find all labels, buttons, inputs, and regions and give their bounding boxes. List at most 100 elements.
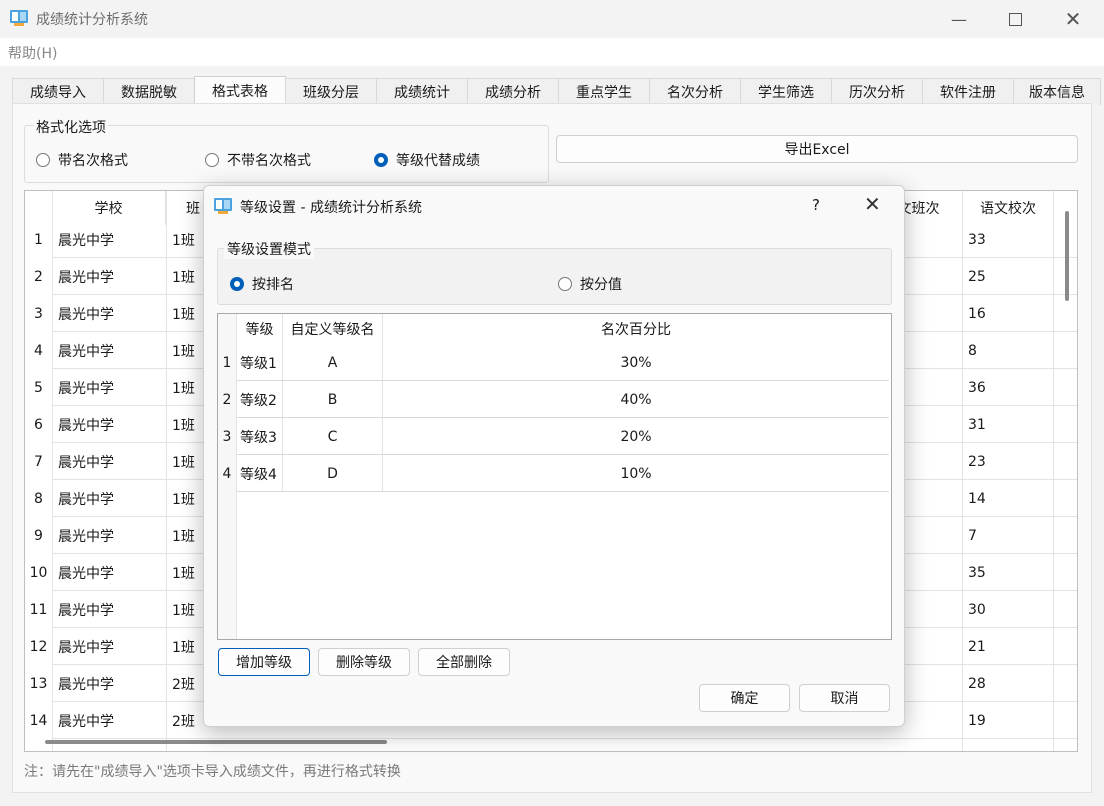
cell-school-rank[interactable]: 19 bbox=[963, 702, 1053, 739]
row-number: 2 bbox=[222, 391, 232, 408]
cell-school[interactable]: 晨光中学 bbox=[53, 258, 165, 295]
radio-with-rank[interactable]: 带名次格式 bbox=[36, 150, 128, 170]
cell-school-rank[interactable]: 16 bbox=[963, 295, 1053, 332]
menu-help[interactable]: 帮助(H) bbox=[8, 43, 57, 63]
cell-school-rank[interactable]: 35 bbox=[963, 554, 1053, 591]
tab-desensitize[interactable]: 数据脱敏 bbox=[103, 78, 195, 105]
close-button[interactable]: ✕ bbox=[1044, 0, 1102, 38]
tab-version[interactable]: 版本信息 bbox=[1013, 78, 1101, 105]
cell-school-rank[interactable]: 33 bbox=[963, 221, 1053, 258]
ok-button[interactable]: 确定 bbox=[699, 684, 790, 712]
vertical-scrollbar[interactable] bbox=[1065, 211, 1069, 301]
cell-school[interactable]: 晨光中学 bbox=[53, 480, 165, 517]
cell-class[interactable]: 1班 bbox=[167, 369, 207, 406]
cell-level[interactable]: 等级3 bbox=[237, 418, 282, 455]
dialog-close-icon[interactable]: ✕ bbox=[864, 192, 881, 216]
row-number: 12 bbox=[29, 638, 48, 655]
cell-class[interactable]: 1班 bbox=[167, 480, 207, 517]
cell-custom-name[interactable]: C bbox=[283, 418, 382, 455]
radio-grade-instead[interactable]: 等级代替成绩 bbox=[374, 150, 480, 170]
cell-school[interactable]: 晨光中学 bbox=[53, 517, 165, 554]
cell-school[interactable]: 晨光中学 bbox=[53, 369, 165, 406]
cell-percentage[interactable]: 40% bbox=[383, 381, 889, 418]
cell-school[interactable]: 晨光中学 bbox=[53, 628, 165, 665]
cell-level[interactable]: 等级4 bbox=[237, 455, 282, 492]
tab-student-filter[interactable]: 学生筛选 bbox=[740, 78, 832, 105]
mode-group-title: 等级设置模式 bbox=[224, 239, 314, 259]
cell-school-rank[interactable]: 23 bbox=[963, 443, 1053, 480]
tab-register[interactable]: 软件注册 bbox=[922, 78, 1014, 105]
cell-class[interactable]: 1班 bbox=[167, 258, 207, 295]
cell-class[interactable]: 1班 bbox=[167, 554, 207, 591]
tab-analysis[interactable]: 成绩分析 bbox=[467, 78, 559, 105]
row-number: 1 bbox=[222, 354, 232, 371]
cell-school[interactable]: 晨光中学 bbox=[53, 295, 165, 332]
cell-school[interactable]: 晨光中学 bbox=[53, 591, 165, 628]
horizontal-scrollbar[interactable] bbox=[45, 740, 387, 744]
col-header-custom-name[interactable]: 自定义等级名 bbox=[283, 314, 383, 344]
tab-format-table[interactable]: 格式表格 bbox=[194, 76, 286, 105]
delete-all-button[interactable]: 全部删除 bbox=[418, 648, 510, 676]
cell-school[interactable]: 晨光中学 bbox=[53, 406, 165, 443]
help-button[interactable]: ? bbox=[812, 196, 820, 214]
radio-label: 带名次格式 bbox=[58, 153, 128, 169]
radio-by-rank[interactable]: 按排名 bbox=[230, 274, 294, 294]
cell-school-rank[interactable]: 7 bbox=[963, 517, 1053, 554]
cell-percentage[interactable]: 30% bbox=[383, 344, 889, 381]
cell-school-rank[interactable]: 8 bbox=[963, 332, 1053, 369]
cell-class[interactable]: 1班 bbox=[167, 221, 207, 258]
col-header-school[interactable]: 学校 bbox=[52, 191, 166, 225]
cell-class[interactable]: 1班 bbox=[167, 628, 207, 665]
cell-school[interactable]: 晨光中学 bbox=[53, 665, 165, 702]
tab-import[interactable]: 成绩导入 bbox=[12, 78, 104, 105]
cell-school-rank[interactable]: 30 bbox=[963, 591, 1053, 628]
cell-school-rank[interactable]: 28 bbox=[963, 665, 1053, 702]
tab-rank-analysis[interactable]: 名次分析 bbox=[649, 78, 741, 105]
cell-level[interactable]: 等级1 bbox=[237, 344, 282, 381]
row-number: 6 bbox=[34, 416, 43, 433]
cell-school-rank[interactable]: 31 bbox=[963, 406, 1053, 443]
tab-key-students[interactable]: 重点学生 bbox=[558, 78, 650, 105]
cell-school-rank[interactable]: 21 bbox=[963, 628, 1053, 665]
col-header-chinese-school-rank[interactable]: 语文校次 bbox=[963, 191, 1054, 225]
cell-class[interactable]: 2班 bbox=[167, 702, 207, 739]
cell-custom-name[interactable]: D bbox=[283, 455, 382, 492]
radio-by-score[interactable]: 按分值 bbox=[558, 274, 622, 294]
cell-school[interactable]: 晨光中学 bbox=[53, 221, 165, 258]
tab-class-layer[interactable]: 班级分层 bbox=[285, 78, 377, 105]
cell-percentage[interactable]: 10% bbox=[383, 455, 889, 492]
cell-custom-name[interactable]: A bbox=[283, 344, 382, 381]
cell-school-rank[interactable]: 25 bbox=[963, 258, 1053, 295]
cell-level[interactable]: 等级2 bbox=[237, 381, 282, 418]
row-number: 4 bbox=[34, 342, 43, 359]
radio-without-rank[interactable]: 不带名次格式 bbox=[205, 150, 311, 170]
cell-school[interactable]: 晨光中学 bbox=[53, 443, 165, 480]
add-grade-button[interactable]: 增加等级 bbox=[218, 648, 310, 676]
cell-percentage[interactable]: 20% bbox=[383, 418, 889, 455]
cell-class[interactable]: 1班 bbox=[167, 332, 207, 369]
cell-class[interactable]: 1班 bbox=[167, 295, 207, 332]
tab-history[interactable]: 历次分析 bbox=[831, 78, 923, 105]
cell-school-rank[interactable]: 36 bbox=[963, 369, 1053, 406]
row-number: 13 bbox=[29, 675, 48, 692]
cell-class[interactable]: 1班 bbox=[167, 517, 207, 554]
cell-class[interactable]: 1班 bbox=[167, 406, 207, 443]
col-header-class[interactable]: 班 bbox=[166, 191, 206, 225]
grade-table: 等级 自定义等级名 名次百分比 1 等级1 A 30% 2 等级2 B 40% 3 等级3 C 20%… bbox=[217, 313, 892, 640]
tab-statistics[interactable]: 成绩统计 bbox=[376, 78, 468, 105]
col-header-percentage[interactable]: 名次百分比 bbox=[383, 314, 889, 344]
export-excel-button[interactable]: 导出Excel bbox=[556, 135, 1078, 163]
cell-class[interactable]: 1班 bbox=[167, 443, 207, 480]
cell-school[interactable]: 晨光中学 bbox=[53, 702, 165, 739]
cell-class[interactable]: 1班 bbox=[167, 591, 207, 628]
cell-custom-name[interactable]: B bbox=[283, 381, 382, 418]
minimize-button[interactable]: — bbox=[930, 0, 988, 38]
col-header-level[interactable]: 等级 bbox=[237, 314, 283, 344]
delete-grade-button[interactable]: 删除等级 bbox=[318, 648, 410, 676]
cell-school[interactable]: 晨光中学 bbox=[53, 554, 165, 591]
cancel-button[interactable]: 取消 bbox=[799, 684, 890, 712]
cell-school-rank[interactable]: 14 bbox=[963, 480, 1053, 517]
maximize-button[interactable] bbox=[986, 0, 1044, 38]
cell-class[interactable]: 2班 bbox=[167, 665, 207, 702]
cell-school[interactable]: 晨光中学 bbox=[53, 332, 165, 369]
